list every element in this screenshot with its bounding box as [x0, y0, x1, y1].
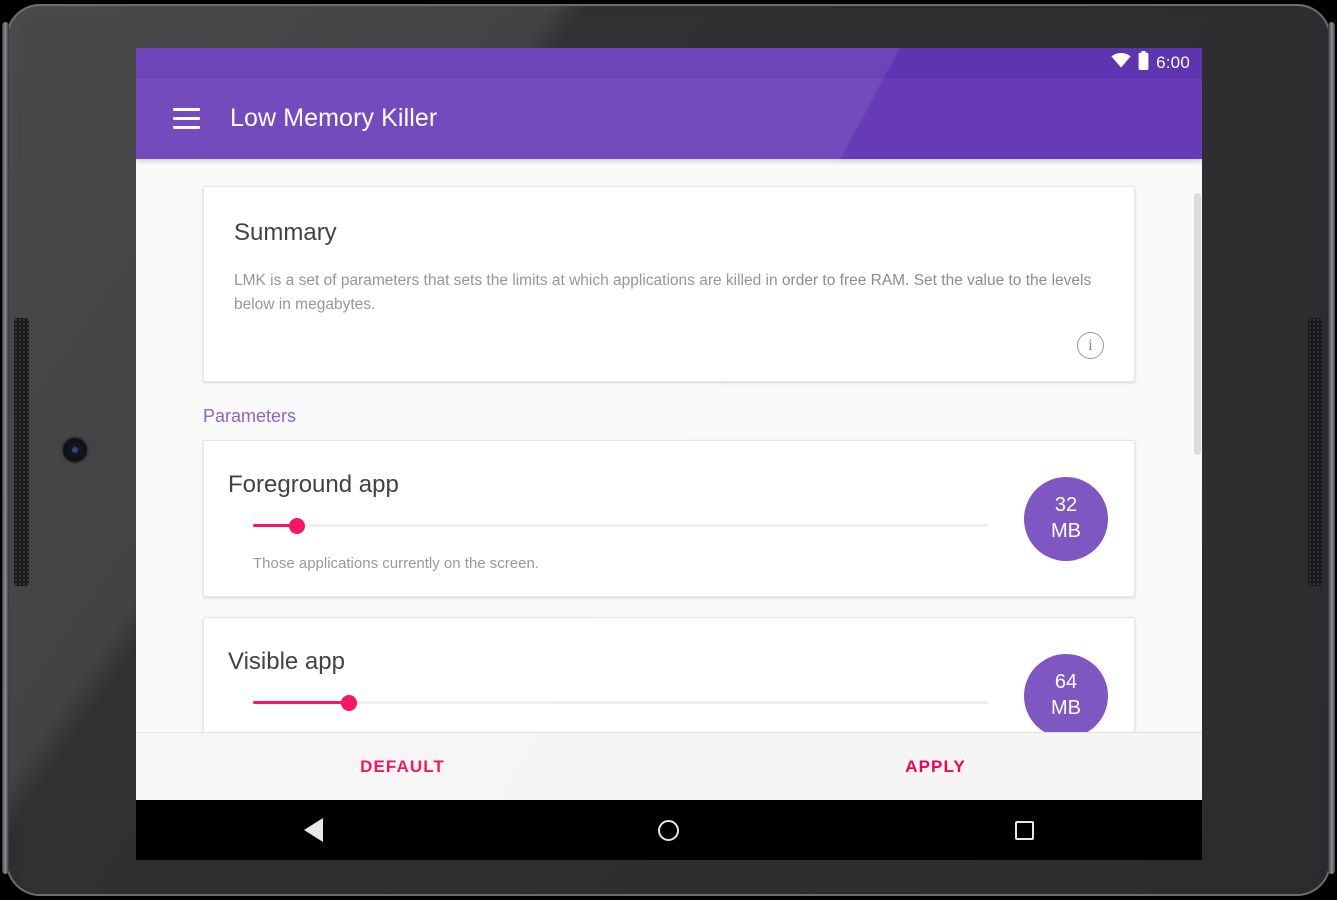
- hamburger-menu-icon[interactable]: [162, 95, 210, 143]
- summary-title: Summary: [234, 219, 337, 246]
- default-button[interactable]: DEFAULT: [136, 757, 669, 777]
- front-camera-icon: [63, 438, 87, 462]
- parameter-card-foreground-app: Foreground app Those applications curren…: [203, 440, 1135, 598]
- slider-thumb[interactable]: [340, 695, 357, 712]
- badge-value: 64: [1054, 671, 1078, 693]
- parameter-title: Visible app: [228, 648, 345, 676]
- slider-fill: [253, 701, 349, 705]
- value-badge-foreground-app[interactable]: 32 MB: [1024, 476, 1108, 561]
- info-icon[interactable]: i: [1077, 332, 1104, 360]
- wifi-icon: [1111, 53, 1131, 73]
- device-rail-left: [2, 22, 9, 874]
- status-bar-time: 6:00: [1156, 53, 1190, 72]
- slider-visible-app[interactable]: [253, 694, 988, 712]
- action-bar: DEFAULT APPLY: [136, 732, 1202, 800]
- summary-card: Summary LMK is a set of parameters that …: [203, 186, 1135, 383]
- badge-unit: MB: [1051, 519, 1081, 542]
- apply-button[interactable]: APPLY: [669, 757, 1202, 777]
- recents-square-icon[interactable]: [984, 806, 1064, 854]
- home-circle-icon[interactable]: [629, 806, 709, 854]
- scroll-content[interactable]: Summary LMK is a set of parameters that …: [136, 159, 1202, 800]
- scrollbar[interactable]: [1193, 159, 1202, 800]
- value-badge-visible-app[interactable]: 64 MB: [1024, 653, 1108, 738]
- speaker-grille-right: [1308, 318, 1323, 586]
- slider-thumb[interactable]: [289, 518, 306, 535]
- slider-foreground-app[interactable]: [253, 517, 988, 535]
- app-bar: Low Memory Killer: [136, 78, 1202, 159]
- back-triangle-icon[interactable]: [274, 806, 354, 854]
- parameter-description: Those applications currently on the scre…: [253, 555, 539, 573]
- android-navigation-bar: [136, 800, 1202, 860]
- speaker-grille-left: [14, 318, 29, 586]
- device-rail-right: [1328, 22, 1335, 874]
- page-title: Low Memory Killer: [230, 104, 438, 132]
- section-label-parameters: Parameters: [203, 406, 297, 427]
- status-bar: 6:00: [136, 48, 1202, 78]
- badge-value: 32: [1054, 494, 1078, 516]
- scrollbar-thumb[interactable]: [1194, 193, 1201, 455]
- device-screen: 6:00 Low Memory Killer Summary LMK is a …: [136, 48, 1202, 800]
- summary-text: LMK is a set of parameters that sets the…: [234, 272, 1092, 313]
- parameter-title: Foreground app: [228, 471, 399, 499]
- slider-track: [253, 524, 988, 528]
- tablet-device: 6:00 Low Memory Killer Summary LMK is a …: [0, 0, 1337, 900]
- badge-unit: MB: [1051, 696, 1081, 719]
- battery-icon: [1138, 51, 1149, 75]
- slider-track: [253, 701, 988, 705]
- summary-footer: i: [234, 332, 1104, 360]
